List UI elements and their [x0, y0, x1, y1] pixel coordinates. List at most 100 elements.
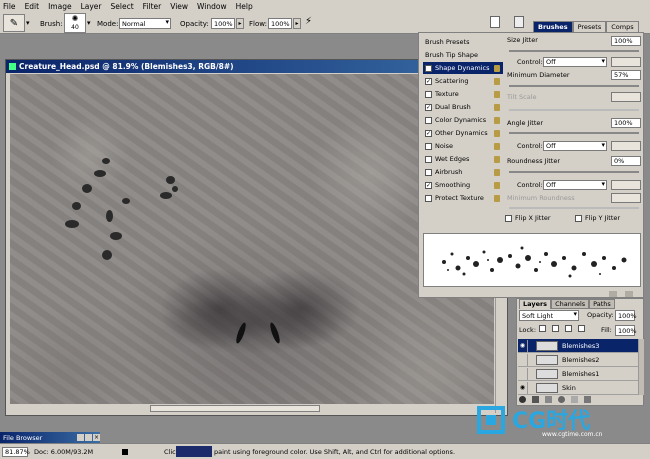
menu-file[interactable]: File [3, 2, 16, 11]
size-jitter-input[interactable]: 100% [611, 36, 641, 46]
flip-y-jitter-checkbox[interactable]: Flip Y Jitter [575, 214, 620, 222]
brush-option-brush-tip-shape[interactable]: Brush Tip Shape [423, 49, 503, 61]
lock-paint-icon[interactable] [552, 325, 559, 332]
tab-layers[interactable]: Layers [519, 299, 552, 309]
brush-option-brush-presets[interactable]: Brush Presets [423, 36, 503, 48]
new-preset-icon[interactable] [609, 291, 617, 297]
lock-icon[interactable] [494, 129, 500, 137]
menu-window[interactable]: Window [197, 2, 227, 11]
control-select-1[interactable]: Off [543, 57, 607, 67]
roundness-jitter-input[interactable]: 0% [611, 156, 641, 166]
flip-x-jitter-checkbox[interactable]: Flip X Jitter [505, 214, 551, 222]
lock-icon[interactable] [494, 64, 500, 72]
lock-all-icon[interactable] [578, 325, 585, 332]
trash-icon[interactable] [584, 396, 591, 403]
checkbox-icon[interactable] [425, 142, 432, 150]
restore-icon[interactable] [77, 434, 84, 441]
tab-channels[interactable]: Channels [551, 299, 590, 309]
opacity-slider-button[interactable]: ▸ [236, 18, 244, 29]
eye-icon[interactable] [518, 367, 528, 380]
delete-preset-icon[interactable] [625, 291, 633, 297]
checkbox-icon[interactable]: ✓ [425, 64, 432, 72]
lock-icon[interactable] [494, 77, 500, 85]
menu-edit[interactable]: Edit [25, 2, 40, 11]
lock-icon[interactable] [494, 194, 500, 202]
layer-mask-icon[interactable] [532, 396, 539, 403]
lock-icon[interactable] [494, 116, 500, 124]
file-browser-icon[interactable] [490, 16, 500, 28]
status-menu-arrow-icon[interactable] [122, 449, 128, 455]
fill-input[interactable]: 100% [615, 325, 637, 336]
layer-row[interactable]: Blemishes2 [518, 353, 638, 367]
layer-opacity-input[interactable]: 100% [615, 310, 637, 321]
menu-image[interactable]: Image [48, 2, 72, 11]
lock-move-icon[interactable] [565, 325, 572, 332]
tab-paths[interactable]: Paths [589, 299, 615, 309]
flow-slider-button[interactable]: ▸ [293, 18, 301, 29]
horizontal-scrollbar[interactable] [10, 404, 494, 413]
maximize-icon[interactable] [85, 434, 92, 441]
horizontal-scroll-thumb[interactable] [150, 405, 320, 412]
airbrush-icon[interactable]: ⚡ [305, 16, 319, 30]
zoom-level[interactable]: 81.87% [2, 447, 30, 457]
min-diameter-slider[interactable] [509, 85, 639, 87]
brush-option-dual-brush[interactable]: ✓ Dual Brush [423, 101, 503, 113]
brush-picker-arrow-icon[interactable]: ▾ [87, 19, 91, 27]
mode-select[interactable]: Normal [119, 18, 171, 29]
brush-option-shape-dynamics[interactable]: ✓ Shape Dynamics [423, 62, 503, 74]
brush-option-airbrush[interactable]: Airbrush [423, 166, 503, 178]
blend-mode-select[interactable]: Soft Light [519, 310, 579, 321]
lock-icon[interactable] [494, 90, 500, 98]
menu-filter[interactable]: Filter [143, 2, 162, 11]
brush-option-scattering[interactable]: ✓ Scattering [423, 75, 503, 87]
lock-icon[interactable] [494, 103, 500, 111]
close-icon[interactable]: × [93, 434, 100, 441]
menu-view[interactable]: View [170, 2, 188, 11]
size-jitter-slider[interactable] [509, 50, 639, 52]
menu-select[interactable]: Select [111, 2, 134, 11]
brush-option-texture[interactable]: Texture [423, 88, 503, 100]
checkbox-icon[interactable]: ✓ [425, 77, 432, 85]
control-select-2[interactable]: Off [543, 141, 607, 151]
palette-well-icon[interactable] [514, 16, 524, 28]
checkbox-icon[interactable]: ✓ [425, 129, 432, 137]
layer-row[interactable]: ◉ Skin [518, 381, 638, 395]
angle-jitter-slider[interactable] [509, 132, 639, 134]
new-layer-icon[interactable] [571, 396, 578, 403]
min-diameter-input[interactable]: 57% [611, 70, 641, 80]
lock-transparency-icon[interactable] [539, 325, 546, 332]
checkbox-icon[interactable] [425, 116, 432, 124]
eye-icon[interactable]: ◉ [518, 339, 528, 352]
eye-icon[interactable] [518, 353, 528, 366]
menu-layer[interactable]: Layer [81, 2, 102, 11]
lock-icon[interactable] [494, 155, 500, 163]
brush-option-noise[interactable]: Noise [423, 140, 503, 152]
tool-preset-dropdown-icon[interactable]: ▾ [26, 19, 30, 27]
layer-style-icon[interactable] [519, 396, 526, 403]
flow-input[interactable]: 100% [268, 18, 292, 29]
checkbox-icon[interactable] [425, 155, 432, 163]
roundness-jitter-slider[interactable] [509, 171, 639, 173]
checkbox-icon[interactable] [425, 168, 432, 176]
layer-row[interactable]: Blemishes1 [518, 367, 638, 381]
layer-row[interactable]: ◉ Blemishes3 [518, 339, 638, 353]
brush-tool-preset-icon[interactable]: ✎ [3, 14, 25, 32]
adjustment-layer-icon[interactable] [558, 396, 565, 403]
lock-icon[interactable] [494, 181, 500, 189]
brush-option-wet-edges[interactable]: Wet Edges [423, 153, 503, 165]
brush-option-color-dynamics[interactable]: Color Dynamics [423, 114, 503, 126]
file-browser-window[interactable]: File Browser × [0, 432, 100, 443]
brush-option-smoothing[interactable]: ✓ Smoothing [423, 179, 503, 191]
brush-picker[interactable]: ✺ 40 [64, 13, 86, 33]
menu-help[interactable]: Help [236, 2, 253, 11]
new-set-icon[interactable] [545, 396, 552, 403]
brush-option-other-dynamics[interactable]: ✓ Other Dynamics [423, 127, 503, 139]
checkbox-icon[interactable]: ✓ [425, 103, 432, 111]
angle-jitter-input[interactable]: 100% [611, 118, 641, 128]
control-select-3[interactable]: Off [543, 180, 607, 190]
checkbox-icon[interactable]: ✓ [425, 181, 432, 189]
checkbox-icon[interactable] [425, 90, 432, 98]
layers-scrollbar[interactable] [638, 339, 644, 395]
eye-icon[interactable]: ◉ [518, 381, 528, 394]
checkbox-icon[interactable] [425, 194, 432, 202]
